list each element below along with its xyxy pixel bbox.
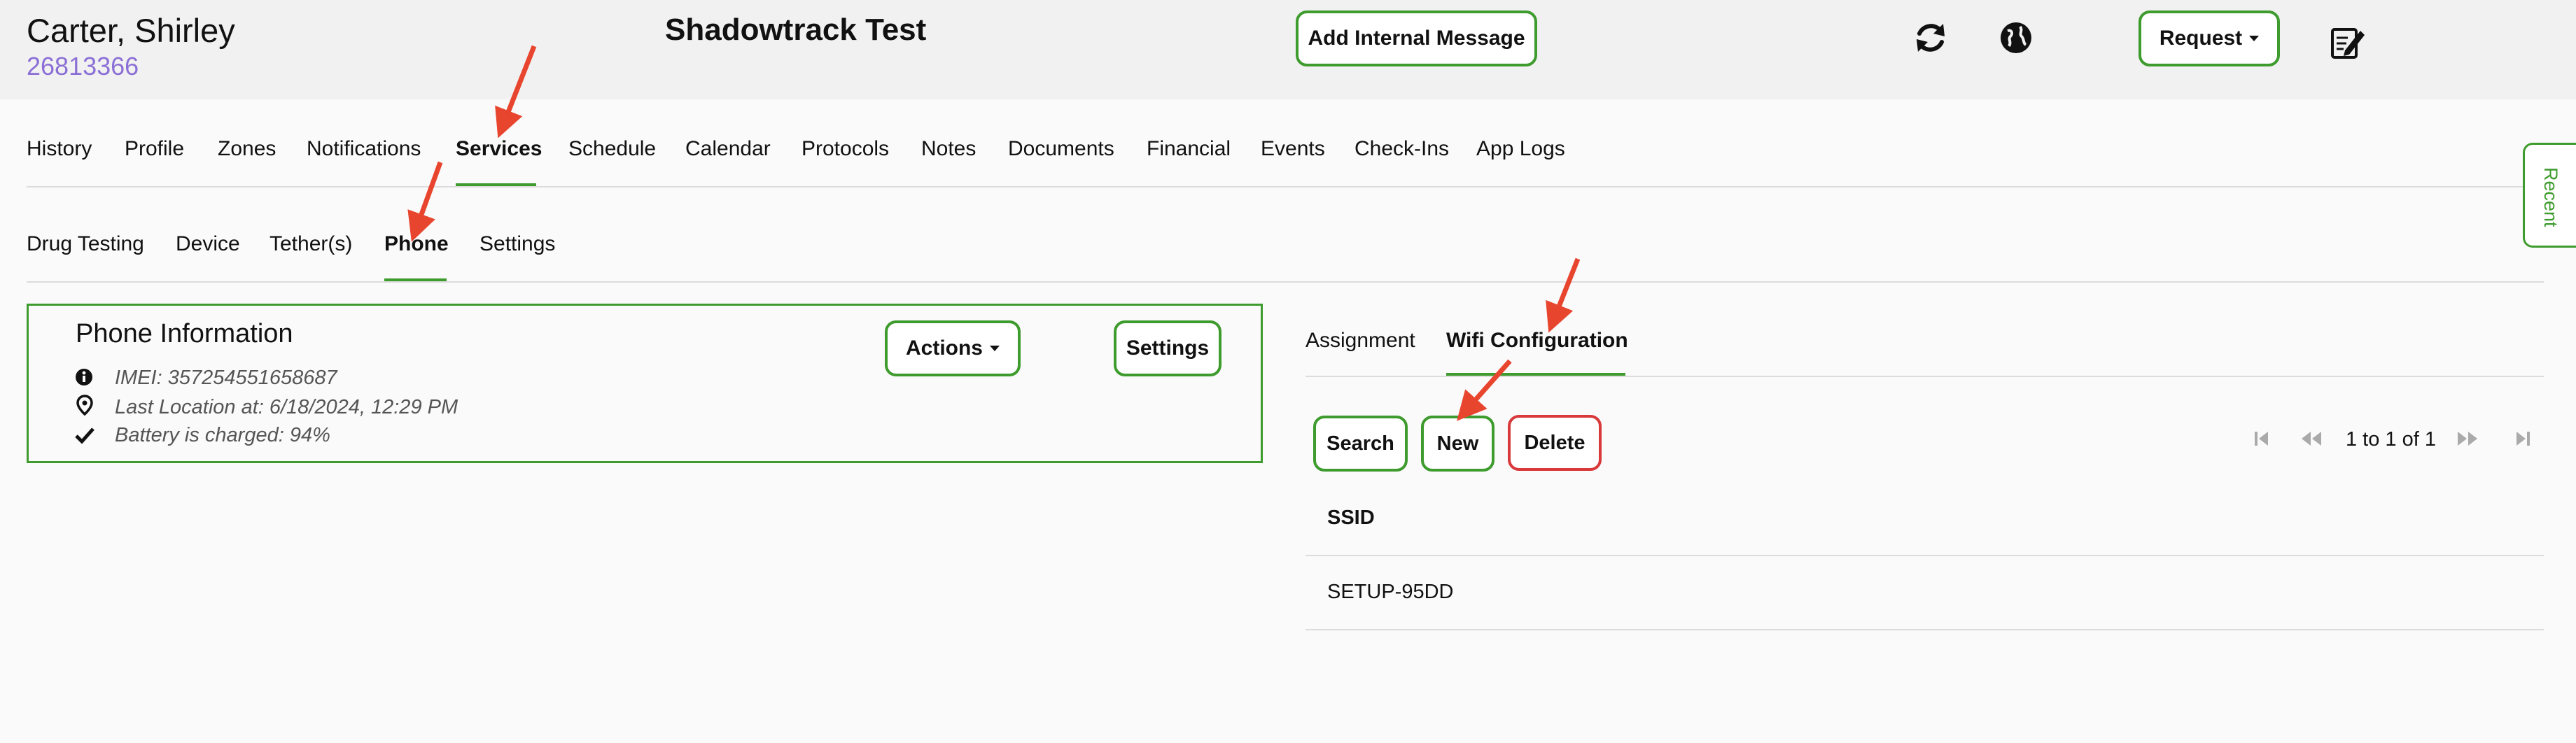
arrow-to-services	[495, 45, 537, 139]
arrow-to-new-button	[1457, 359, 1512, 421]
arrow-to-wifi-configuration	[1546, 257, 1581, 333]
annotation-arrows	[407, 45, 1581, 421]
arrow-to-phone	[407, 161, 443, 242]
